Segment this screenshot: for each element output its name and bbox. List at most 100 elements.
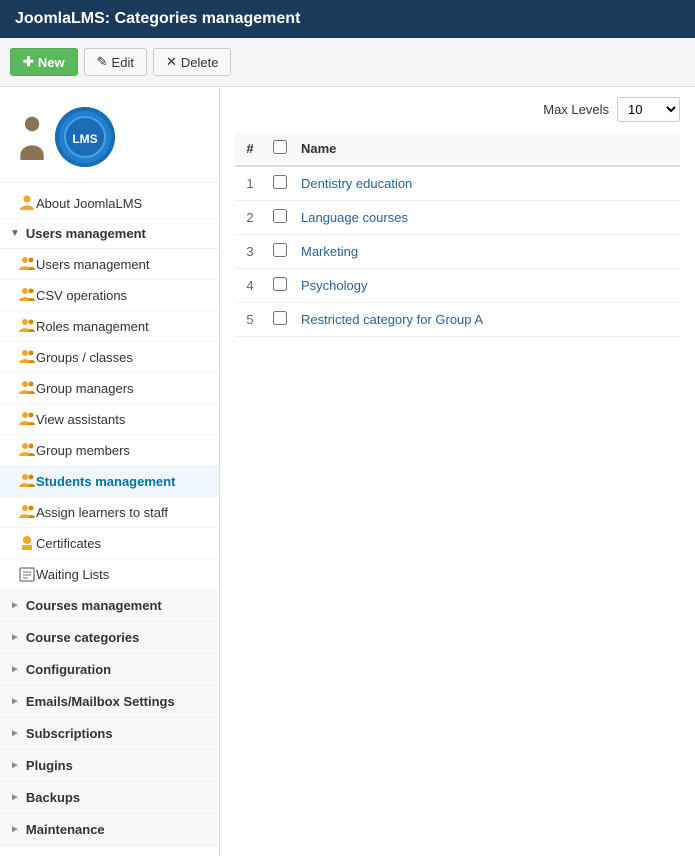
sidebar-item-emails-mailbox[interactable]: ► Emails/Mailbox Settings [0, 686, 219, 718]
sidebar-item-assign-learners[interactable]: Assign learners to staff [0, 497, 219, 528]
arrow-right-icon6: ► [10, 760, 20, 771]
sidebar-item-csv-operations[interactable]: CSV operations [0, 280, 219, 311]
sidebar-item-group-managers[interactable]: Group managers [0, 373, 219, 404]
cell-name: Language courses [295, 201, 680, 235]
about-icon [18, 194, 36, 212]
cell-check [265, 303, 295, 337]
table-row: 1 Dentistry education [235, 166, 680, 201]
arrow-right-icon2: ► [10, 632, 20, 643]
sidebar-item-view-assistants[interactable]: View assistants [0, 404, 219, 435]
cell-num: 3 [235, 235, 265, 269]
students-management-icon [18, 472, 36, 490]
content-area: Max Levels 5 10 15 20 # [220, 87, 695, 856]
sidebar-item-courses-management[interactable]: ► Courses management [0, 590, 219, 622]
cell-check [265, 166, 295, 201]
arrow-right-icon8: ► [10, 824, 20, 835]
cell-num: 2 [235, 201, 265, 235]
row-checkbox[interactable] [273, 209, 287, 223]
cell-name: Dentistry education [295, 166, 680, 201]
new-button[interactable]: ✚ New [10, 48, 78, 76]
cell-check [265, 235, 295, 269]
table-body: 1 Dentistry education 2 Language courses 3 Ma… [235, 166, 680, 337]
table-row: 3 Marketing [235, 235, 680, 269]
categories-table: # Name 1 Dentistry education 2 Language cou… [235, 132, 680, 337]
csv-icon [18, 286, 36, 304]
users-management-section: ▼ Users management Users management [0, 219, 219, 590]
cell-name: Restricted category for Group A [295, 303, 680, 337]
sidebar-item-certificates[interactable]: Certificates [0, 528, 219, 559]
title-bar: JoomlaLMS: Categories management [0, 0, 695, 38]
category-link[interactable]: Marketing [301, 244, 358, 259]
arrow-down-icon: ▼ [10, 228, 20, 239]
sidebar-item-plugins[interactable]: ► Plugins [0, 750, 219, 782]
arrow-right-icon3: ► [10, 664, 20, 675]
plus-icon: ✚ [23, 54, 34, 70]
content-header: Max Levels 5 10 15 20 [235, 97, 680, 122]
arrow-right-icon4: ► [10, 696, 20, 707]
sidebar-item-about[interactable]: About JoomlaLMS [0, 188, 219, 219]
row-checkbox[interactable] [273, 311, 287, 325]
select-all-checkbox[interactable] [273, 140, 287, 154]
sidebar: LMS About JoomlaLMS ▼ Users management [0, 87, 220, 856]
view-assistants-icon [18, 410, 36, 428]
sidebar-item-course-categories[interactable]: ► Course categories [0, 622, 219, 654]
table-row: 4 Psychology [235, 269, 680, 303]
cell-num: 4 [235, 269, 265, 303]
users-management-icon [18, 255, 36, 273]
sidebar-item-students-management[interactable]: Students management [0, 466, 219, 497]
row-checkbox[interactable] [273, 277, 287, 291]
certificates-icon [18, 534, 36, 552]
waiting-lists-icon [18, 565, 36, 583]
cell-num: 5 [235, 303, 265, 337]
group-managers-icon [18, 379, 36, 397]
sidebar-item-users-management[interactable]: Users management [0, 249, 219, 280]
arrow-right-icon5: ► [10, 728, 20, 739]
sidebar-item-group-members[interactable]: Group members [0, 435, 219, 466]
col-header-check [265, 132, 295, 166]
sidebar-item-configuration[interactable]: ► Configuration [0, 654, 219, 686]
edit-button[interactable]: ✎ Edit [84, 48, 147, 76]
main-layout: LMS About JoomlaLMS ▼ Users management [0, 87, 695, 856]
title-text: JoomlaLMS: Categories management [15, 10, 300, 27]
cell-check [265, 269, 295, 303]
logo-figure-icon [15, 115, 50, 160]
users-management-header[interactable]: ▼ Users management [0, 219, 219, 249]
sidebar-item-backups[interactable]: ► Backups [0, 782, 219, 814]
cell-check [265, 201, 295, 235]
arrow-right-icon: ► [10, 600, 20, 611]
col-header-name: Name [295, 132, 680, 166]
row-checkbox[interactable] [273, 243, 287, 257]
cell-name: Marketing [295, 235, 680, 269]
roles-icon [18, 317, 36, 335]
delete-button[interactable]: ✕ Delete [153, 48, 231, 76]
category-link[interactable]: Dentistry education [301, 176, 412, 191]
cell-name: Psychology [295, 269, 680, 303]
max-levels-select[interactable]: 5 10 15 20 [617, 97, 680, 122]
group-members-icon [18, 441, 36, 459]
table-header-row: # Name [235, 132, 680, 166]
category-link[interactable]: Language courses [301, 210, 408, 225]
assign-learners-icon [18, 503, 36, 521]
edit-icon: ✎ [97, 54, 108, 70]
max-levels-label: Max Levels [543, 102, 609, 117]
category-link[interactable]: Psychology [301, 278, 367, 293]
sidebar-item-subscriptions[interactable]: ► Subscriptions [0, 718, 219, 750]
table-row: 5 Restricted category for Group A [235, 303, 680, 337]
table-row: 2 Language courses [235, 201, 680, 235]
col-header-num: # [235, 132, 265, 166]
toolbar: ✚ New ✎ Edit ✕ Delete [0, 38, 695, 87]
row-checkbox[interactable] [273, 175, 287, 189]
delete-icon: ✕ [166, 54, 177, 70]
sidebar-item-roles-management[interactable]: Roles management [0, 311, 219, 342]
logo-circle: LMS [55, 107, 115, 167]
category-link[interactable]: Restricted category for Group A [301, 312, 483, 327]
max-levels-control: Max Levels 5 10 15 20 [543, 97, 680, 122]
sidebar-item-maintenance[interactable]: ► Maintenance [0, 814, 219, 846]
cell-num: 1 [235, 166, 265, 201]
table-header: # Name [235, 132, 680, 166]
svg-text:LMS: LMS [72, 132, 97, 146]
arrow-right-icon7: ► [10, 792, 20, 803]
groups-icon [18, 348, 36, 366]
sidebar-item-waiting-lists[interactable]: Waiting Lists [0, 559, 219, 590]
sidebar-item-groups-classes[interactable]: Groups / classes [0, 342, 219, 373]
